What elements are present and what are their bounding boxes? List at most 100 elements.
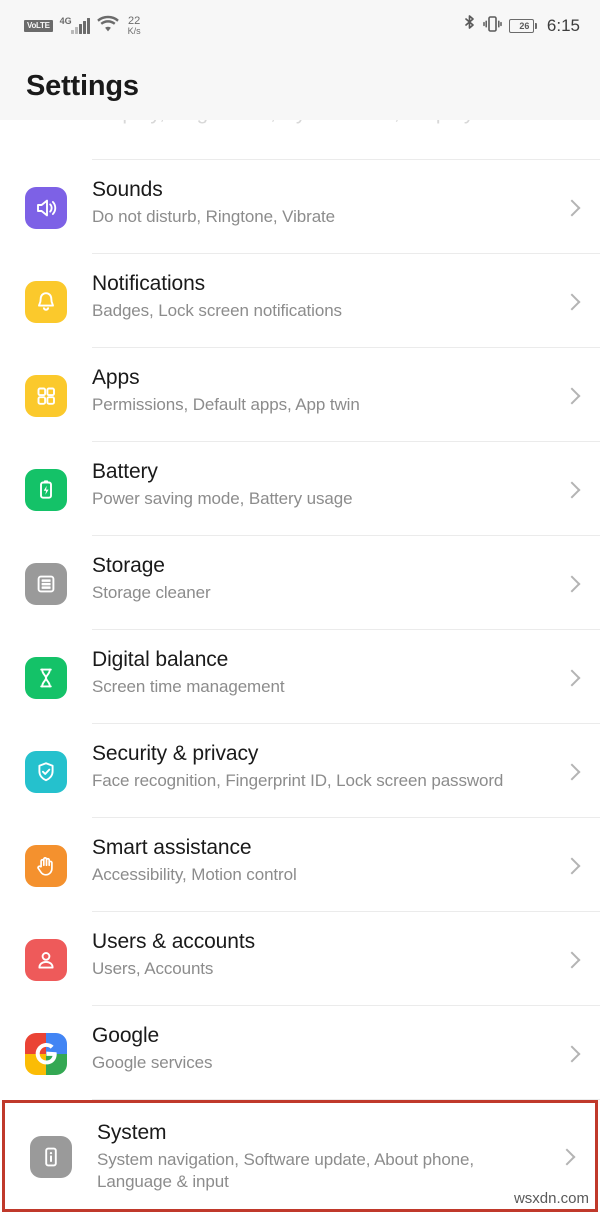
list-item-title: Users & accounts [92, 930, 255, 953]
signal-bar-5 [86, 18, 90, 34]
list-item-icon-wrap [0, 374, 92, 417]
app-header: Settings [0, 52, 600, 120]
list-item-apps[interactable]: Apps Permissions, Default apps, App twin [0, 348, 600, 442]
partially-scrolled-row-text: Display, Brightness, Eye comfort, Displa… [92, 120, 474, 125]
list-item-digital-balance[interactable]: Digital balance Screen time management [0, 630, 600, 724]
partially-scrolled-row[interactable]: Display, Brightness, Eye comfort, Displa… [0, 120, 600, 160]
chevron-right-icon [563, 763, 581, 780]
list-item-notifications[interactable]: Notifications Badges, Lock screen notifi… [0, 254, 600, 348]
list-item-icon-wrap [0, 656, 92, 699]
status-bar-left: VoLTE 4G 22 K/s [24, 15, 141, 37]
list-item-chevron-wrap [544, 763, 600, 780]
highlight-box-system: System System navigation, Software updat… [2, 1100, 598, 1213]
list-item-subtitle: Do not disturb, Ringtone, Vibrate [92, 206, 336, 226]
list-item-icon-wrap [5, 1135, 97, 1178]
list-item-icon-wrap [0, 280, 92, 323]
list-item-text: Sounds Do not disturb, Ringtone, Vibrate [92, 176, 544, 228]
apps-icon [25, 374, 67, 417]
list-item-google[interactable]: Google Google services [0, 1006, 600, 1100]
list-item-chevron-wrap [544, 293, 600, 310]
list-item-text: Google Google services [92, 1022, 544, 1074]
list-item-subtitle: Badges, Lock screen notifications [92, 300, 342, 320]
list-item-chevron-wrap [544, 387, 600, 404]
list-item-battery[interactable]: Battery Power saving mode, Battery usage [0, 442, 600, 536]
list-item-subtitle: System navigation, Software update, Abou… [97, 1149, 475, 1192]
list-item-title: Battery [92, 460, 158, 483]
signal-bars-icon: 4G [59, 16, 90, 34]
list-item-text: Apps Permissions, Default apps, App twin [92, 364, 544, 416]
chevron-right-icon [563, 575, 581, 592]
list-item-icon-wrap [0, 844, 92, 887]
battery-icon [25, 468, 67, 511]
list-item-chevron-wrap [544, 575, 600, 592]
google-logo-icon [25, 1032, 67, 1075]
status-bar-right: 26 6:15 [463, 14, 580, 38]
list-item-text: Users & accounts Users, Accounts [92, 928, 544, 980]
volte-icon: VoLTE [24, 20, 53, 32]
data-speed-unit: K/s [127, 26, 141, 37]
battery-percent-label: 26 [519, 21, 530, 31]
chevron-right-icon [563, 481, 581, 498]
list-item-title: Smart assistance [92, 836, 252, 859]
list-item-chevron-wrap [544, 951, 600, 968]
list-item-subtitle: Google services [92, 1052, 213, 1072]
page-title: Settings [26, 69, 139, 102]
list-item-title: Sounds [92, 178, 163, 201]
chevron-right-icon [563, 293, 581, 310]
wifi-icon [96, 15, 119, 37]
notifications-icon [25, 280, 67, 323]
list-item-text: Storage Storage cleaner [92, 552, 544, 604]
list-item-title: Security & privacy [92, 742, 259, 765]
list-item-subtitle: Permissions, Default apps, App twin [92, 394, 360, 414]
person-icon [25, 938, 67, 981]
list-item-chevron-wrap [544, 1045, 600, 1062]
battery-cap [534, 23, 537, 29]
list-item-icon-wrap [0, 750, 92, 793]
battery-body: 26 [508, 19, 534, 33]
chevron-right-icon [563, 199, 581, 216]
list-item-subtitle: Accessibility, Motion control [92, 864, 297, 884]
chevron-right-icon [563, 669, 581, 686]
list-item-text: Smart assistance Accessibility, Motion c… [92, 834, 544, 886]
chevron-right-icon [558, 1148, 576, 1166]
list-item-subtitle: Power saving mode, Battery usage [92, 488, 353, 508]
list-item-subtitle: Storage cleaner [92, 582, 211, 602]
list-item-icon-wrap [0, 186, 92, 229]
settings-list[interactable]: Display, Brightness, Eye comfort, Displa… [0, 120, 600, 1213]
list-item-icon-wrap [0, 468, 92, 511]
chevron-right-icon [563, 1045, 581, 1062]
signal-bar-3 [78, 24, 82, 34]
list-item-title: Digital balance [92, 648, 229, 671]
watermark: wsxdn.com [513, 1190, 589, 1208]
shield-check-icon [25, 750, 67, 793]
list-item-title: Notifications [92, 272, 206, 295]
list-item-chevron-wrap [544, 199, 600, 216]
list-item-title: Storage [92, 554, 165, 577]
list-item-icon-wrap [0, 562, 92, 605]
chevron-right-icon [563, 387, 581, 404]
list-item-subtitle: Screen time management [92, 676, 285, 696]
data-speed-indicator: 22 K/s [127, 15, 141, 37]
list-item-system[interactable]: System System navigation, Software updat… [5, 1103, 595, 1209]
list-item-text: Battery Power saving mode, Battery usage [92, 458, 544, 510]
network-generation-label: 4G [59, 16, 72, 26]
list-item-security-privacy[interactable]: Security & privacy Face recognition, Fin… [0, 724, 600, 818]
storage-icon [25, 562, 67, 605]
list-item-chevron-wrap [544, 481, 600, 498]
list-item-smart-assistance[interactable]: Smart assistance Accessibility, Motion c… [0, 818, 600, 912]
signal-bar-4 [82, 21, 86, 34]
list-item-chevron-wrap [544, 669, 600, 686]
list-item-storage[interactable]: Storage Storage cleaner [0, 536, 600, 630]
phone-info-icon [30, 1135, 72, 1178]
signal-bar-1 [70, 30, 74, 34]
list-item-icon-wrap [0, 1032, 92, 1075]
status-bar: VoLTE 4G 22 K/s 26 6:15 [0, 0, 600, 52]
sounds-icon [25, 186, 67, 229]
status-bar-clock: 6:15 [546, 16, 580, 35]
list-item-subtitle: Users, Accounts [92, 958, 214, 978]
list-item-chevron-wrap [539, 1148, 595, 1166]
list-item-users-accounts[interactable]: Users & accounts Users, Accounts [0, 912, 600, 1006]
list-item-title: Google [92, 1024, 160, 1047]
list-item-sounds[interactable]: Sounds Do not disturb, Ringtone, Vibrate [0, 160, 600, 254]
chevron-right-icon [563, 951, 581, 968]
